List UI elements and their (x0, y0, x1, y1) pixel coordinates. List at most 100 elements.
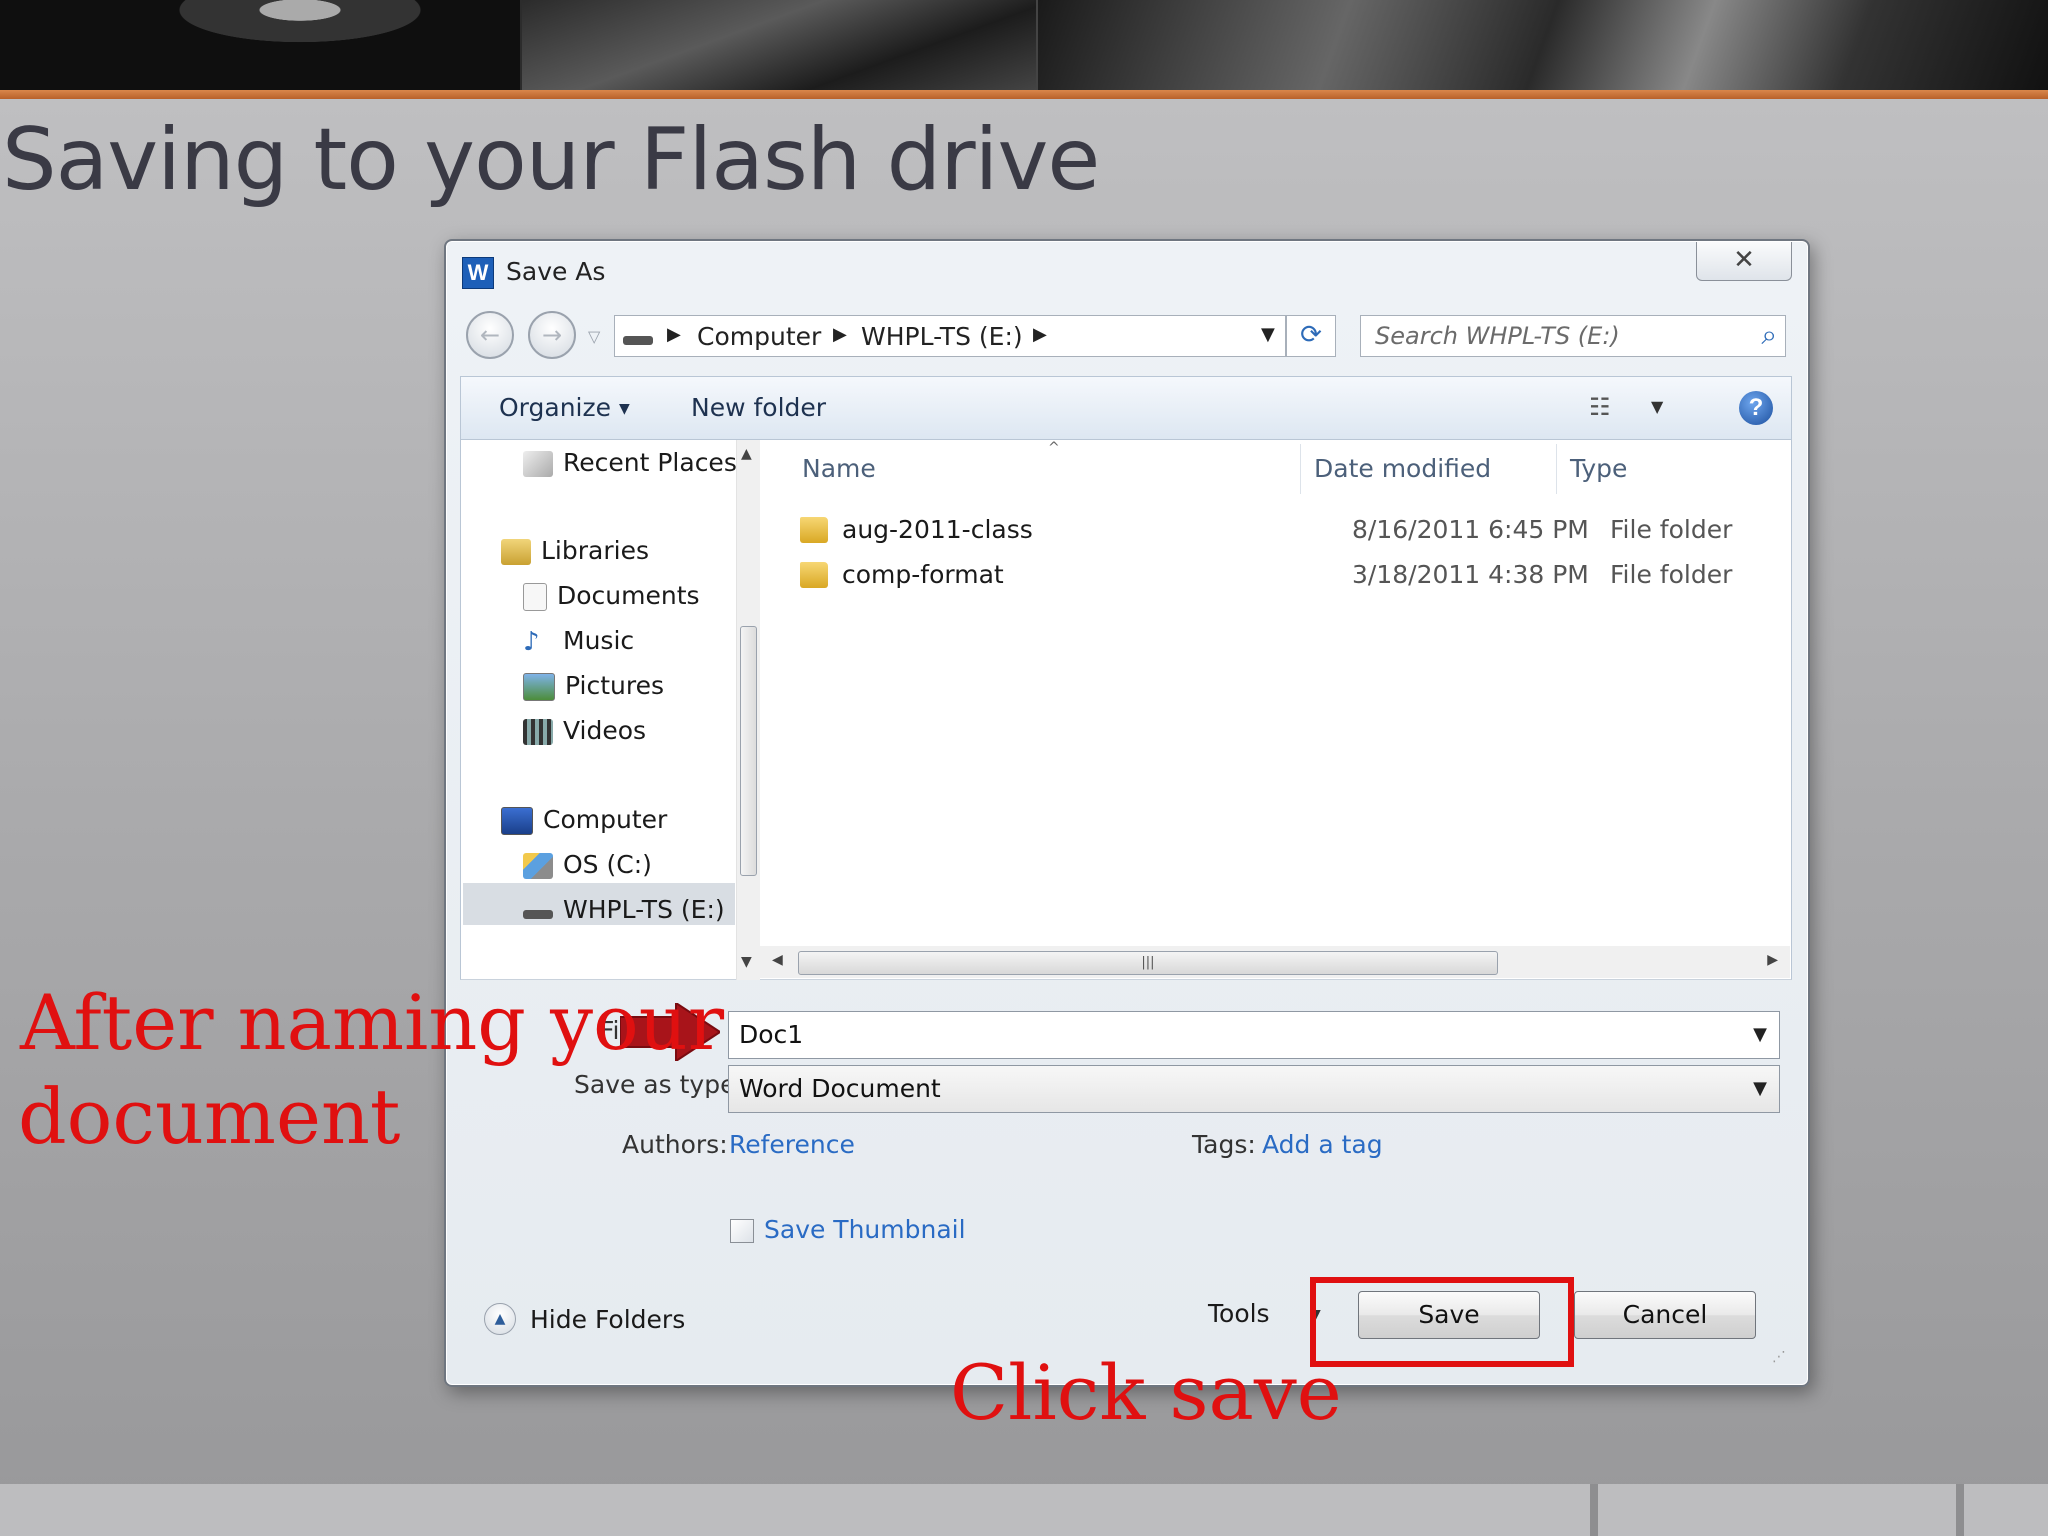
help-icon[interactable]: ? (1739, 391, 1773, 425)
chevron-down-icon: ▽ (588, 327, 601, 346)
column-divider[interactable] (1300, 444, 1301, 494)
music-icon: ♪ (523, 627, 540, 657)
nav-label: Recent Places (563, 448, 737, 477)
annotation-after-naming-line2: document (18, 1072, 401, 1161)
savetype-select[interactable]: Word Document ▼ (728, 1065, 1780, 1113)
close-button[interactable]: ✕ (1696, 242, 1792, 281)
save-thumbnail-checkbox[interactable] (730, 1219, 754, 1243)
search-icon[interactable]: ⌕ (1761, 318, 1777, 352)
recent-pages-dropdown[interactable]: ▽ (588, 327, 600, 346)
forward-button[interactable]: → (528, 311, 576, 359)
scroll-left-icon[interactable]: ◀ (772, 952, 783, 968)
file-list-pane: ^ Name Date modified Type aug-2011-class… (760, 440, 1792, 980)
breadcrumb-separator-icon: ▶ (833, 324, 847, 345)
nav-label: Pictures (565, 671, 664, 700)
nav-item-os-drive[interactable]: OS (C:) (523, 850, 652, 879)
chevron-down-icon: ▼ (619, 401, 630, 417)
forward-arrow-icon: → (541, 321, 563, 349)
nav-item-computer[interactable]: Computer (501, 805, 667, 835)
file-name: comp-format (842, 560, 1004, 589)
documents-icon (523, 583, 547, 611)
organize-label: Organize (499, 393, 611, 422)
file-row[interactable]: aug-2011-class 8/16/2011 6:45 PM File fo… (800, 511, 1780, 551)
breadcrumb-separator-icon: ▶ (667, 324, 681, 345)
organize-button[interactable]: Organize ▼ (499, 393, 630, 422)
nav-item-flash-drive[interactable]: WHPL-TS (E:) (523, 895, 725, 924)
nav-item-videos[interactable]: Videos (523, 716, 646, 745)
authors-label: Authors: (622, 1130, 728, 1159)
save-thumbnail-label[interactable]: Save Thumbnail (764, 1215, 966, 1244)
hide-folders-button[interactable]: Hide Folders (530, 1305, 685, 1334)
annotation-after-naming-line1: After naming your (20, 978, 725, 1067)
address-dropdown-icon[interactable]: ▼ (1261, 324, 1275, 345)
refresh-button[interactable]: ⟳ (1286, 315, 1336, 357)
back-arrow-icon: ← (479, 321, 501, 349)
videos-icon (523, 719, 553, 745)
footer-separator (1956, 1484, 1964, 1536)
save-button-highlight (1310, 1277, 1574, 1367)
recent-places-icon (523, 451, 553, 477)
scroll-right-icon[interactable]: ▶ (1767, 952, 1778, 968)
scroll-thumb[interactable] (740, 626, 757, 876)
scroll-down-icon[interactable]: ▼ (741, 954, 752, 970)
scroll-thumb[interactable]: ||| (798, 951, 1498, 975)
tags-field[interactable]: Add a tag (1262, 1130, 1383, 1159)
nav-label: Documents (557, 581, 700, 610)
nav-label: Videos (563, 716, 647, 745)
chevron-down-icon[interactable]: ▼ (1753, 1078, 1767, 1099)
chevron-down-icon[interactable]: ▼ (1753, 1024, 1767, 1045)
savetype-label: Save as type: (574, 1070, 744, 1099)
nav-label: Music (563, 626, 635, 655)
file-pane-scrollbar[interactable]: ◀ ||| ▶ (760, 946, 1790, 978)
breadcrumb-drive[interactable]: WHPL-TS (E:) (861, 322, 1023, 351)
column-header-date[interactable]: Date modified (1314, 454, 1491, 483)
address-bar[interactable]: ▶ Computer ▶ WHPL-TS (E:) ▶ ▼ (614, 315, 1286, 357)
breadcrumb-computer[interactable]: Computer (697, 322, 821, 351)
views-dropdown-icon[interactable]: ▼ (1651, 397, 1663, 416)
folder-icon (800, 562, 828, 588)
file-date: 8/16/2011 6:45 PM (1352, 515, 1589, 544)
nav-item-libraries[interactable]: Libraries (501, 536, 649, 565)
scroll-up-icon[interactable]: ▲ (741, 446, 752, 462)
nav-label: Computer (543, 805, 668, 834)
header-banner-image (0, 0, 2048, 90)
cancel-button[interactable]: Cancel (1574, 1291, 1756, 1339)
hide-folders-icon[interactable]: ▲ (484, 1303, 516, 1335)
file-name: aug-2011-class (842, 515, 1033, 544)
tools-button[interactable]: Tools (1208, 1299, 1270, 1328)
close-icon: ✕ (1733, 245, 1755, 275)
nav-item-pictures[interactable]: Pictures (523, 671, 664, 701)
save-as-dialog: W Save As ✕ ← → ▽ ▶ Computer ▶ WHPL-TS (… (444, 239, 1810, 1387)
pictures-icon (523, 673, 555, 701)
navigation-pane: Recent Places Libraries Documents ♪ Music… (460, 440, 761, 980)
views-icon[interactable]: ☷ (1589, 393, 1611, 421)
search-input[interactable]: Search WHPL-TS (E:) ⌕ (1360, 315, 1786, 357)
slide-title: Saving to your Flash drive (2, 110, 1100, 210)
resize-grip-icon[interactable]: ⋰ (1772, 1349, 1786, 1365)
nav-item-music[interactable]: ♪ Music (523, 626, 634, 655)
back-button[interactable]: ← (466, 311, 514, 359)
nav-label: WHPL-TS (E:) (563, 895, 725, 924)
refresh-icon: ⟳ (1300, 320, 1322, 350)
libraries-icon (501, 539, 531, 565)
column-divider[interactable] (1556, 444, 1557, 494)
savetype-value: Word Document (739, 1074, 941, 1103)
column-header-name[interactable]: Name (802, 454, 876, 483)
nav-pane-scrollbar[interactable]: ▲ ▼ (736, 440, 761, 980)
dialog-title: Save As (506, 257, 606, 286)
tags-label: Tags: (1192, 1130, 1256, 1159)
footer-separator (1590, 1484, 1598, 1536)
banner-wheel-image-1 (0, 0, 520, 90)
filename-input[interactable]: Doc1 ▼ (728, 1011, 1780, 1059)
orange-divider (0, 90, 2048, 99)
banner-wheel-image-2 (522, 0, 1036, 90)
authors-field[interactable]: Reference (729, 1130, 855, 1159)
nav-item-documents[interactable]: Documents (523, 581, 700, 611)
folder-icon (800, 517, 828, 543)
nav-item-recent-places[interactable]: Recent Places (523, 448, 737, 477)
command-toolbar: Organize ▼ New folder ☷ ▼ ? (460, 376, 1792, 440)
column-header-type[interactable]: Type (1570, 454, 1627, 483)
new-folder-button[interactable]: New folder (691, 393, 826, 422)
file-row[interactable]: comp-format 3/18/2011 4:38 PM File folde… (800, 556, 1780, 596)
file-date: 3/18/2011 4:38 PM (1352, 560, 1589, 589)
